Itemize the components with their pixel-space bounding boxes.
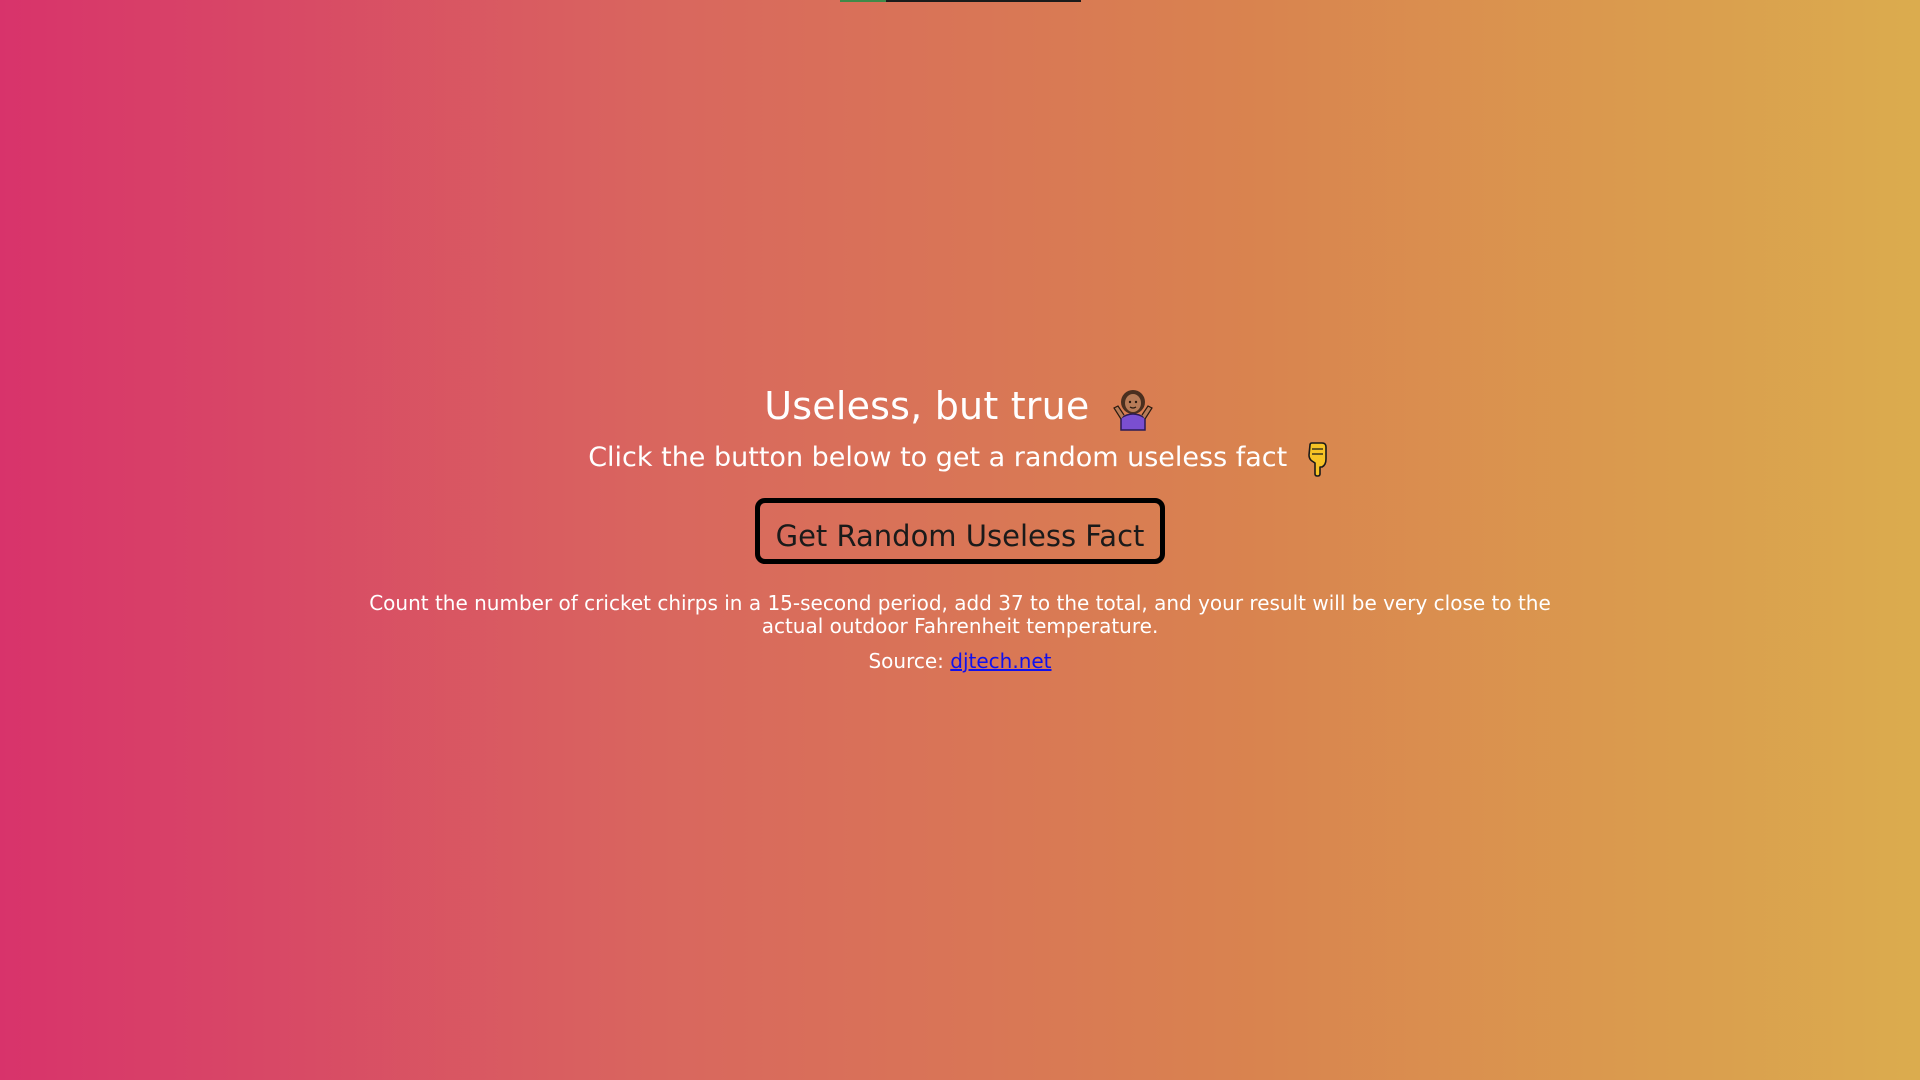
page-title: Useless, but true — [0, 380, 1920, 432]
backhand-index-pointing-down-icon — [1304, 441, 1332, 477]
page-subtitle-text: Click the button below to get a random u… — [588, 442, 1288, 473]
top-progress-bar — [840, 0, 1081, 2]
page-title-text: Useless, but true — [764, 384, 1090, 428]
woman-shrugging-icon — [1110, 386, 1156, 432]
page-subtitle: Click the button below to get a random u… — [0, 438, 1920, 478]
main-content: Useless, but true Click the button below… — [0, 380, 1920, 674]
top-progress-fill — [840, 0, 886, 2]
fact-text: Count the number of cricket chirps in a … — [369, 591, 1551, 638]
get-random-fact-button[interactable]: Get Random Useless Fact — [754, 498, 1166, 564]
source-label: Source: — [868, 649, 944, 673]
source-link[interactable]: djtech.net — [950, 649, 1051, 673]
fact-source: Source: djtech.net — [0, 648, 1920, 674]
